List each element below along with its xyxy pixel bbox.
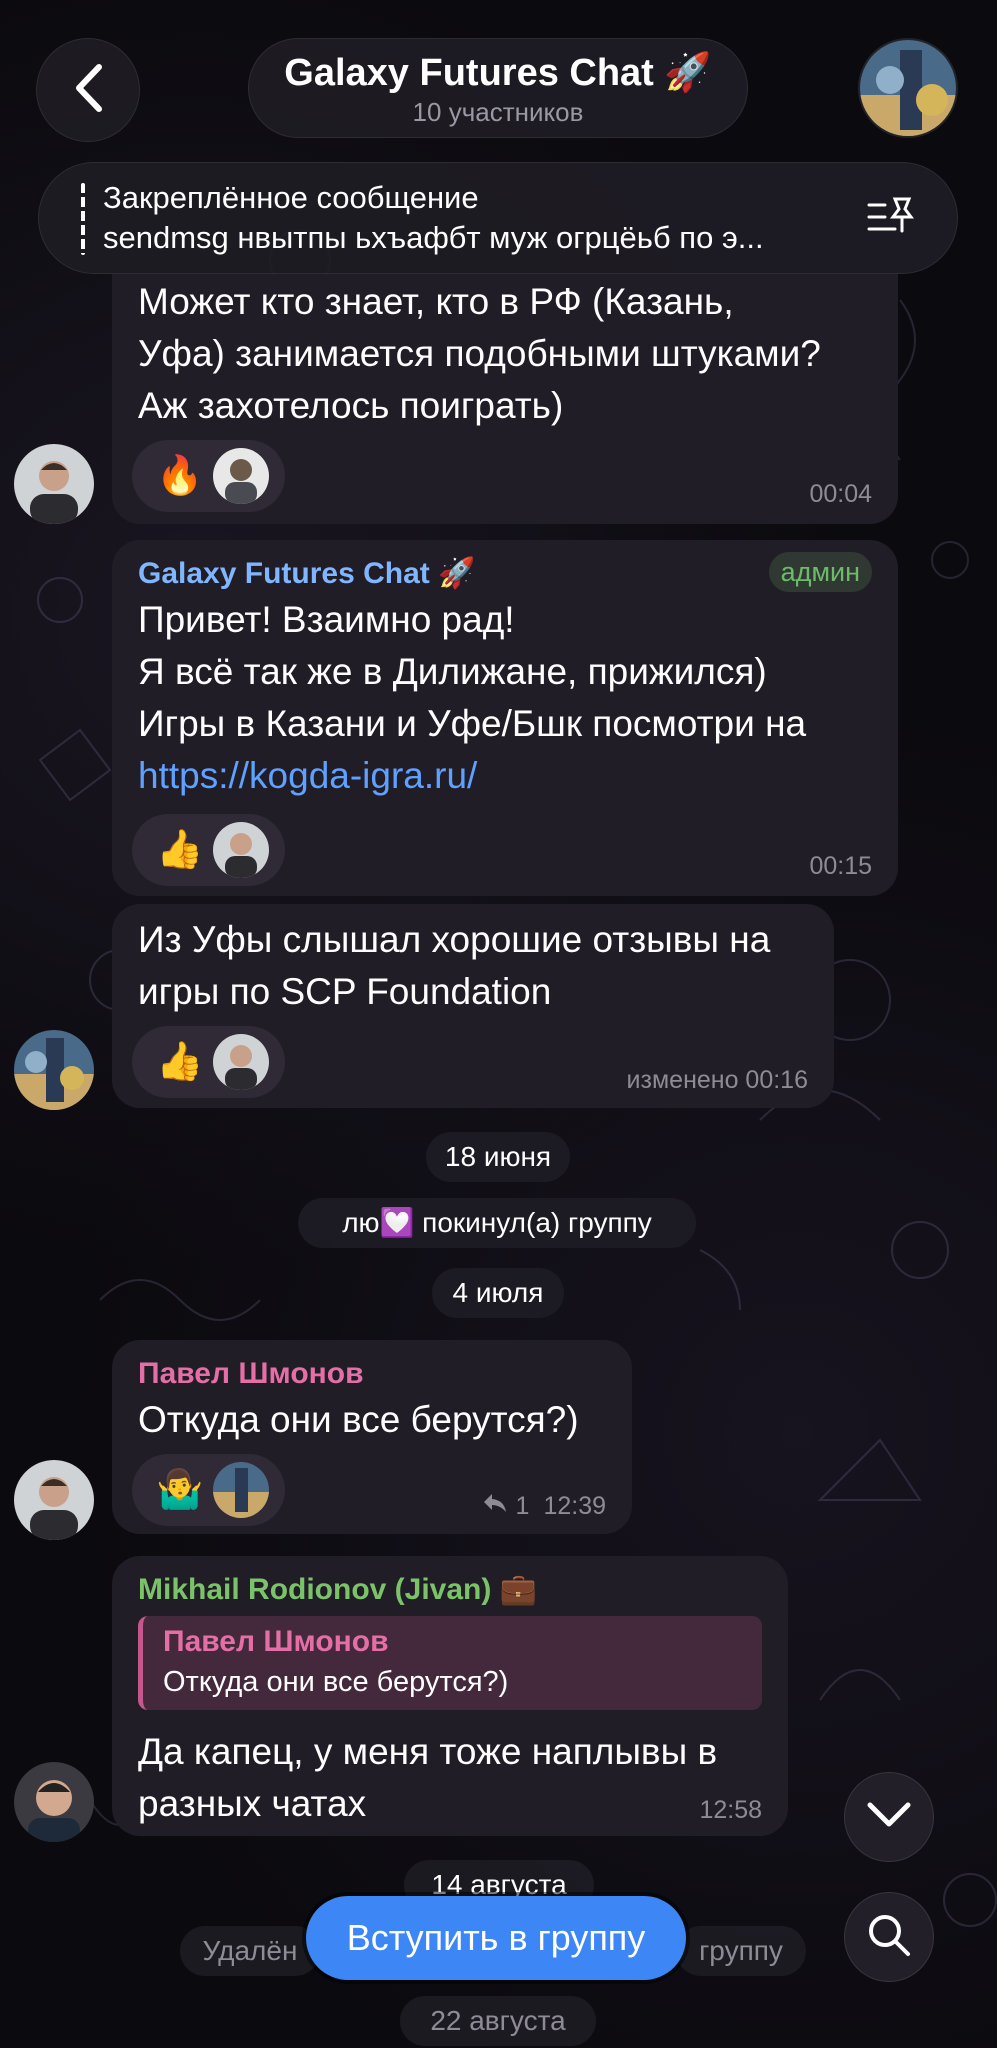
- group-avatar[interactable]: [858, 38, 958, 138]
- deleted-user-notice-right: группу: [676, 1926, 806, 1976]
- reaction-chip[interactable]: 👍: [132, 814, 286, 886]
- reaction-chip[interactable]: 🤷‍♂️: [132, 1454, 286, 1526]
- sender-avatar[interactable]: [14, 444, 94, 524]
- date-separator: 4 июля: [432, 1268, 564, 1318]
- message-time: 12:58: [699, 1796, 762, 1824]
- deleted-user-notice-left: Удалён: [180, 1926, 320, 1976]
- pinned-indicator: [81, 183, 85, 255]
- chat-title: Galaxy Futures Chat 🚀: [284, 52, 712, 94]
- reaction-chip[interactable]: 👍: [132, 1026, 286, 1098]
- message-text: Из Уфы слышал хорошие отзывы на игры по …: [138, 919, 771, 1012]
- scroll-down-icon: [866, 1801, 912, 1834]
- sender-name[interactable]: Павел Шмонов: [138, 1340, 606, 1394]
- reactor-avatar: [213, 822, 270, 878]
- message-time: изменено 00:16: [626, 1066, 808, 1094]
- sender-avatar[interactable]: [14, 1030, 94, 1110]
- reply-arrow-icon: [482, 1492, 508, 1521]
- message-text: Может кто знает, кто в РФ (Казань, Уфа) …: [138, 281, 821, 426]
- search-button[interactable]: [844, 1892, 934, 1982]
- fire-reaction-emoji: 🔥: [156, 455, 204, 497]
- date-separator: 22 августа: [400, 1996, 596, 2046]
- sender-name[interactable]: Galaxy Futures Chat 🚀: [138, 557, 475, 590]
- thumbs-up-reaction-emoji: 👍: [156, 1041, 204, 1083]
- quote-text: Откуда они все берутся?): [163, 1666, 509, 1698]
- message-text: Привет! Взаимно рад! Я всё так же в Дили…: [138, 594, 872, 802]
- pin-list-icon[interactable]: [865, 195, 915, 246]
- message-time: 00:04: [809, 480, 872, 508]
- reaction-chip[interactable]: 🔥: [132, 440, 286, 512]
- pinned-text: sendmsg нвытпы ьхъафбт муж огрцёьб по э.…: [103, 220, 764, 255]
- message-link[interactable]: https://kogda-igra.ru/: [138, 750, 872, 802]
- chat-title-pill[interactable]: Galaxy Futures Chat 🚀 10 участников: [248, 38, 748, 138]
- search-icon: [866, 1912, 912, 1963]
- thumbs-up-reaction-emoji: 👍: [156, 829, 204, 871]
- reactor-avatar: [213, 448, 270, 504]
- reactor-avatar: [213, 1034, 270, 1090]
- pinned-title: Закреплённое сообщение: [103, 180, 479, 215]
- message-time: 12:39: [543, 1492, 606, 1520]
- sender-avatar[interactable]: [14, 1460, 94, 1540]
- message-text: Да капец, у меня тоже наплывы в разных ч…: [138, 1731, 718, 1824]
- message-time: 00:15: [809, 852, 872, 880]
- sender-avatar[interactable]: [14, 1762, 94, 1842]
- shrug-reaction-emoji: 🤷‍♂️: [156, 1469, 204, 1511]
- member-count: 10 участников: [412, 97, 584, 127]
- back-chevron-icon: [71, 63, 105, 118]
- pinned-message-bar[interactable]: Закреплённое сообщение sendmsg нвытпы ьх…: [38, 162, 958, 274]
- quote-sender: Павел Шмонов: [163, 1625, 389, 1658]
- message-bubble[interactable]: Mikhail Rodionov (Jivan) 💼 Павел Шмонов …: [112, 1556, 788, 1836]
- reply-count: 1: [515, 1492, 530, 1520]
- reactor-avatar: [213, 1462, 270, 1518]
- back-button[interactable]: [36, 38, 140, 142]
- message-meta: 1 12:39: [482, 1492, 606, 1521]
- member-left-notice: лю💟 покинул(а) группу: [298, 1198, 696, 1248]
- reply-quote[interactable]: Павел Шмонов Откуда они все берутся?): [138, 1616, 762, 1710]
- scroll-down-button[interactable]: [844, 1772, 934, 1862]
- admin-badge: админ: [768, 552, 872, 592]
- join-group-button[interactable]: Вступить в группу: [306, 1896, 686, 1980]
- sender-name[interactable]: Mikhail Rodionov (Jivan) 💼: [138, 1556, 762, 1610]
- message-text: Откуда они все берутся?): [138, 1399, 579, 1440]
- date-separator: 18 июня: [426, 1132, 570, 1182]
